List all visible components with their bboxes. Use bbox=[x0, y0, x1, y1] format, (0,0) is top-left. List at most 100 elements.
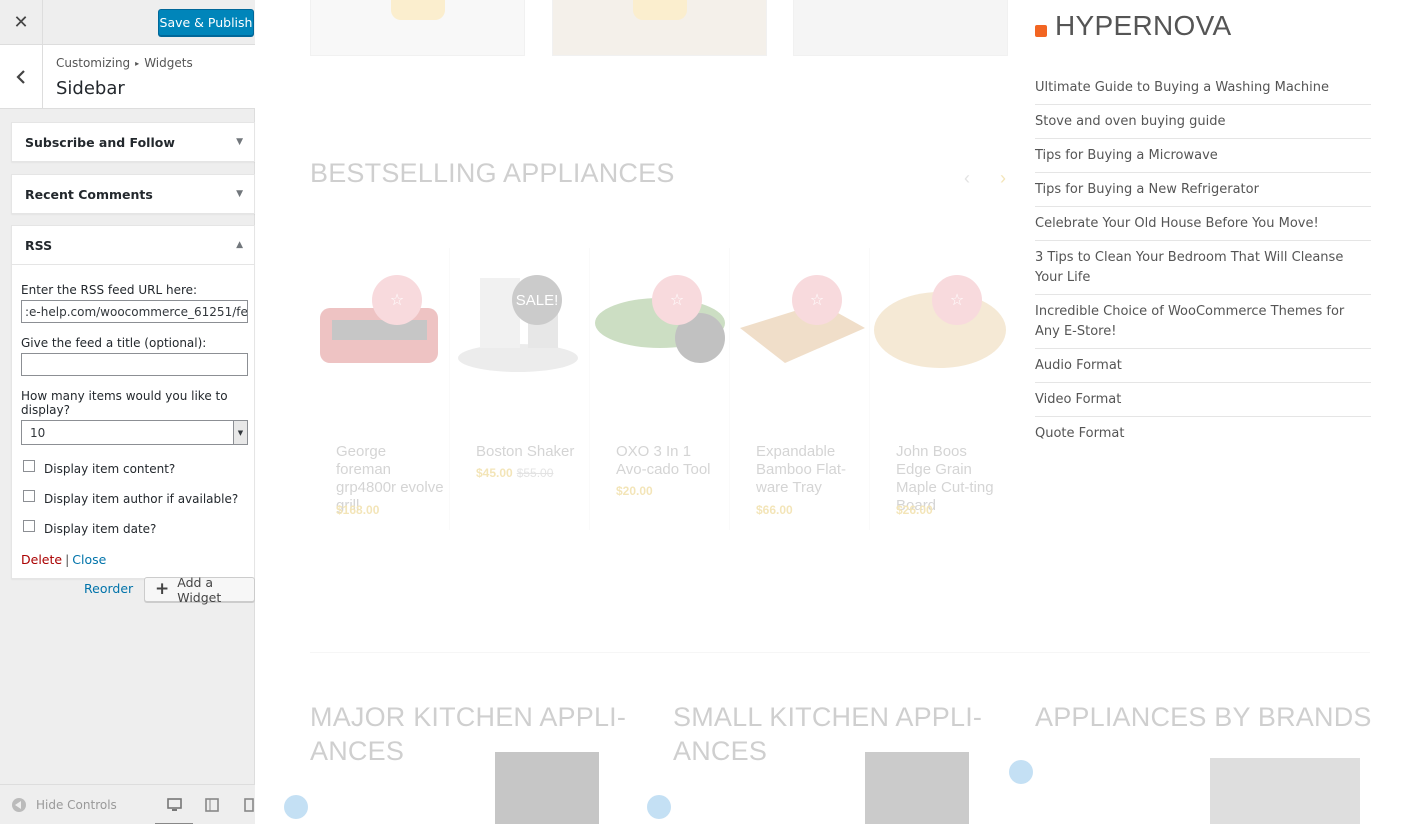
delete-widget-link[interactable]: Delete bbox=[21, 552, 62, 567]
breadcrumb: Customizing ▸ Widgets bbox=[56, 56, 193, 70]
tablet-preview-button[interactable] bbox=[204, 797, 220, 813]
plus-icon: + bbox=[155, 579, 170, 599]
star-icon[interactable]: ☆ bbox=[932, 275, 982, 325]
rss-items-value: 10 bbox=[30, 425, 46, 440]
product-price: $66.00 bbox=[756, 503, 793, 517]
product-price: $168.00 bbox=[336, 503, 380, 517]
bestselling-heading: BESTSELLING APPLIANCES bbox=[310, 158, 675, 188]
display-date-checkbox[interactable] bbox=[23, 520, 35, 532]
rss-item[interactable]: Quote Format bbox=[1035, 417, 1371, 450]
section-title: Sidebar bbox=[56, 78, 125, 99]
hide-controls-label: Hide Controls bbox=[36, 798, 117, 812]
close-icon: ✕ bbox=[13, 12, 29, 32]
widget-recent-comments[interactable]: Recent Comments ▼ bbox=[11, 174, 255, 214]
mobile-icon bbox=[244, 798, 254, 812]
rss-item[interactable]: Tips for Buying a Microwave bbox=[1035, 139, 1371, 173]
rss-items-select[interactable]: 10 ▼ bbox=[21, 420, 248, 445]
edit-shortcut-icon[interactable] bbox=[647, 795, 671, 819]
product-card[interactable]: ☆ John Boos Edge Grain Maple Cut-ting Bo… bbox=[870, 248, 1010, 530]
rss-item[interactable]: Incredible Choice of WooCommerce Themes … bbox=[1035, 295, 1371, 349]
checkbox-label: Display item date? bbox=[44, 522, 157, 536]
category-card bbox=[793, 0, 1008, 56]
caret-down-icon[interactable]: ▼ bbox=[236, 137, 243, 147]
widget-header[interactable]: Recent Comments ▼ bbox=[12, 175, 254, 213]
rss-item[interactable]: Stove and oven buying guide bbox=[1035, 105, 1371, 139]
desktop-preview-button[interactable] bbox=[155, 797, 193, 824]
close-widget-link[interactable]: Close bbox=[72, 552, 106, 567]
widget-title: RSS bbox=[25, 237, 53, 253]
breadcrumb-root: Customizing bbox=[56, 56, 131, 70]
rss-item[interactable]: 3 Tips to Clean Your Bedroom That Will C… bbox=[1035, 241, 1371, 295]
caret-up-icon[interactable]: ▲ bbox=[236, 240, 243, 250]
sale-badge: SALE! bbox=[512, 275, 562, 325]
edit-shortcut-icon[interactable] bbox=[1009, 760, 1033, 784]
star-icon[interactable]: ☆ bbox=[652, 275, 702, 325]
product-name[interactable]: Expandable Bamboo Flat-ware Tray bbox=[756, 443, 864, 497]
site-preview: BESTSELLING APPLIANCES ‹ › ☆ George fore… bbox=[255, 0, 1411, 824]
chevron-left-icon bbox=[16, 69, 25, 84]
rss-item[interactable]: Audio Format bbox=[1035, 349, 1371, 383]
rss-items-label: How many items would you like to display… bbox=[21, 389, 228, 417]
widget-header[interactable]: Subscribe and Follow ▼ bbox=[12, 123, 254, 161]
widget-rss: RSS ▲ Enter the RSS feed URL here: :e-he… bbox=[11, 225, 255, 579]
product-card[interactable]: ☆ OXO 3 In 1 Avo-cado Tool $20.00 bbox=[590, 248, 730, 530]
chevron-down-icon[interactable]: ▼ bbox=[233, 421, 247, 444]
close-customizer-button[interactable]: ✕ bbox=[0, 0, 43, 45]
caret-down-icon[interactable]: ▼ bbox=[236, 189, 243, 199]
category-heading: APPLIANCES BY BRANDS bbox=[1035, 702, 1372, 732]
category-image bbox=[865, 752, 969, 824]
save-publish-button[interactable]: Save & Publish bbox=[158, 9, 254, 36]
product-old-price: $55.00 bbox=[516, 466, 554, 480]
category-card bbox=[552, 0, 767, 56]
star-icon[interactable]: ☆ bbox=[372, 275, 422, 325]
add-widget-label: Add a Widget bbox=[177, 574, 222, 605]
rss-title-input[interactable] bbox=[21, 353, 248, 376]
rss-item[interactable]: Tips for Buying a New Refrigerator bbox=[1035, 173, 1371, 207]
add-widget-button[interactable]: + Add a Widget bbox=[144, 574, 255, 605]
hide-controls-button[interactable]: Hide Controls bbox=[12, 798, 117, 812]
product-card[interactable]: ☆ Expandable Bamboo Flat-ware Tray $66.0… bbox=[730, 248, 870, 530]
rss-item[interactable]: Ultimate Guide to Buying a Washing Machi… bbox=[1035, 71, 1371, 105]
widget-header[interactable]: RSS ▲ bbox=[12, 226, 254, 264]
edit-shortcut-icon[interactable] bbox=[284, 795, 308, 819]
reorder-link[interactable]: Reorder bbox=[84, 581, 133, 596]
product-name[interactable]: OXO 3 In 1 Avo-cado Tool bbox=[616, 443, 724, 479]
rss-item[interactable]: Video Format bbox=[1035, 383, 1371, 417]
product-price: $20.00 bbox=[616, 484, 653, 498]
product-card[interactable]: SALE! Boston Shaker $45.00 $55.00 bbox=[450, 248, 590, 530]
widget-title: Recent Comments bbox=[25, 186, 153, 202]
carousel-next-arrow[interactable]: › bbox=[1000, 168, 1006, 189]
checkbox-row-content[interactable]: Display item content? bbox=[21, 460, 245, 476]
breadcrumb-separator: ▸ bbox=[135, 59, 140, 68]
rss-item[interactable]: Celebrate Your Old House Before You Move… bbox=[1035, 207, 1371, 241]
product-card[interactable]: ☆ George foreman grp4800r evolve grill $… bbox=[310, 248, 450, 530]
product-name[interactable]: Boston Shaker bbox=[476, 443, 584, 461]
carousel-prev-arrow[interactable]: ‹ bbox=[964, 168, 970, 189]
breadcrumb-current: Widgets bbox=[144, 56, 193, 70]
product-price: $45.00 $55.00 bbox=[476, 466, 553, 480]
section-title-bar: Customizing ▸ Widgets Sidebar bbox=[0, 45, 255, 109]
display-content-checkbox[interactable] bbox=[23, 460, 35, 472]
display-author-checkbox[interactable] bbox=[23, 490, 35, 502]
customizer-panel: ✕ Save & Publish Customizing ▸ Widgets Sid… bbox=[0, 0, 255, 824]
rss-widget-title[interactable]: HYPERNOVA bbox=[1035, 10, 1371, 42]
tablet-icon bbox=[205, 798, 219, 812]
category-pill bbox=[391, 0, 445, 20]
product-price: $26.00 bbox=[896, 503, 933, 517]
star-icon[interactable]: ☆ bbox=[792, 275, 842, 325]
rss-title-text: HYPERNOVA bbox=[1055, 10, 1232, 41]
collapse-arrow-icon bbox=[12, 798, 26, 812]
widget-subscribe-follow[interactable]: Subscribe and Follow ▼ bbox=[11, 122, 255, 162]
product-sale-price: $45.00 bbox=[476, 466, 513, 480]
category-image bbox=[1210, 758, 1360, 824]
customizer-header: ✕ Save & Publish bbox=[0, 0, 255, 45]
back-button[interactable] bbox=[0, 45, 43, 108]
category-image bbox=[495, 752, 599, 824]
category-pill bbox=[633, 0, 687, 20]
checkbox-row-date[interactable]: Display item date? bbox=[21, 520, 245, 536]
checkbox-row-author[interactable]: Display item author if available? bbox=[21, 490, 245, 506]
rss-icon[interactable] bbox=[1035, 24, 1047, 37]
actions-separator: | bbox=[65, 552, 70, 567]
rss-widget-preview: HYPERNOVA Ultimate Guide to Buying a Was… bbox=[1035, 10, 1371, 450]
rss-url-input[interactable]: :e-help.com/woocommerce_61251/feed bbox=[21, 300, 248, 323]
